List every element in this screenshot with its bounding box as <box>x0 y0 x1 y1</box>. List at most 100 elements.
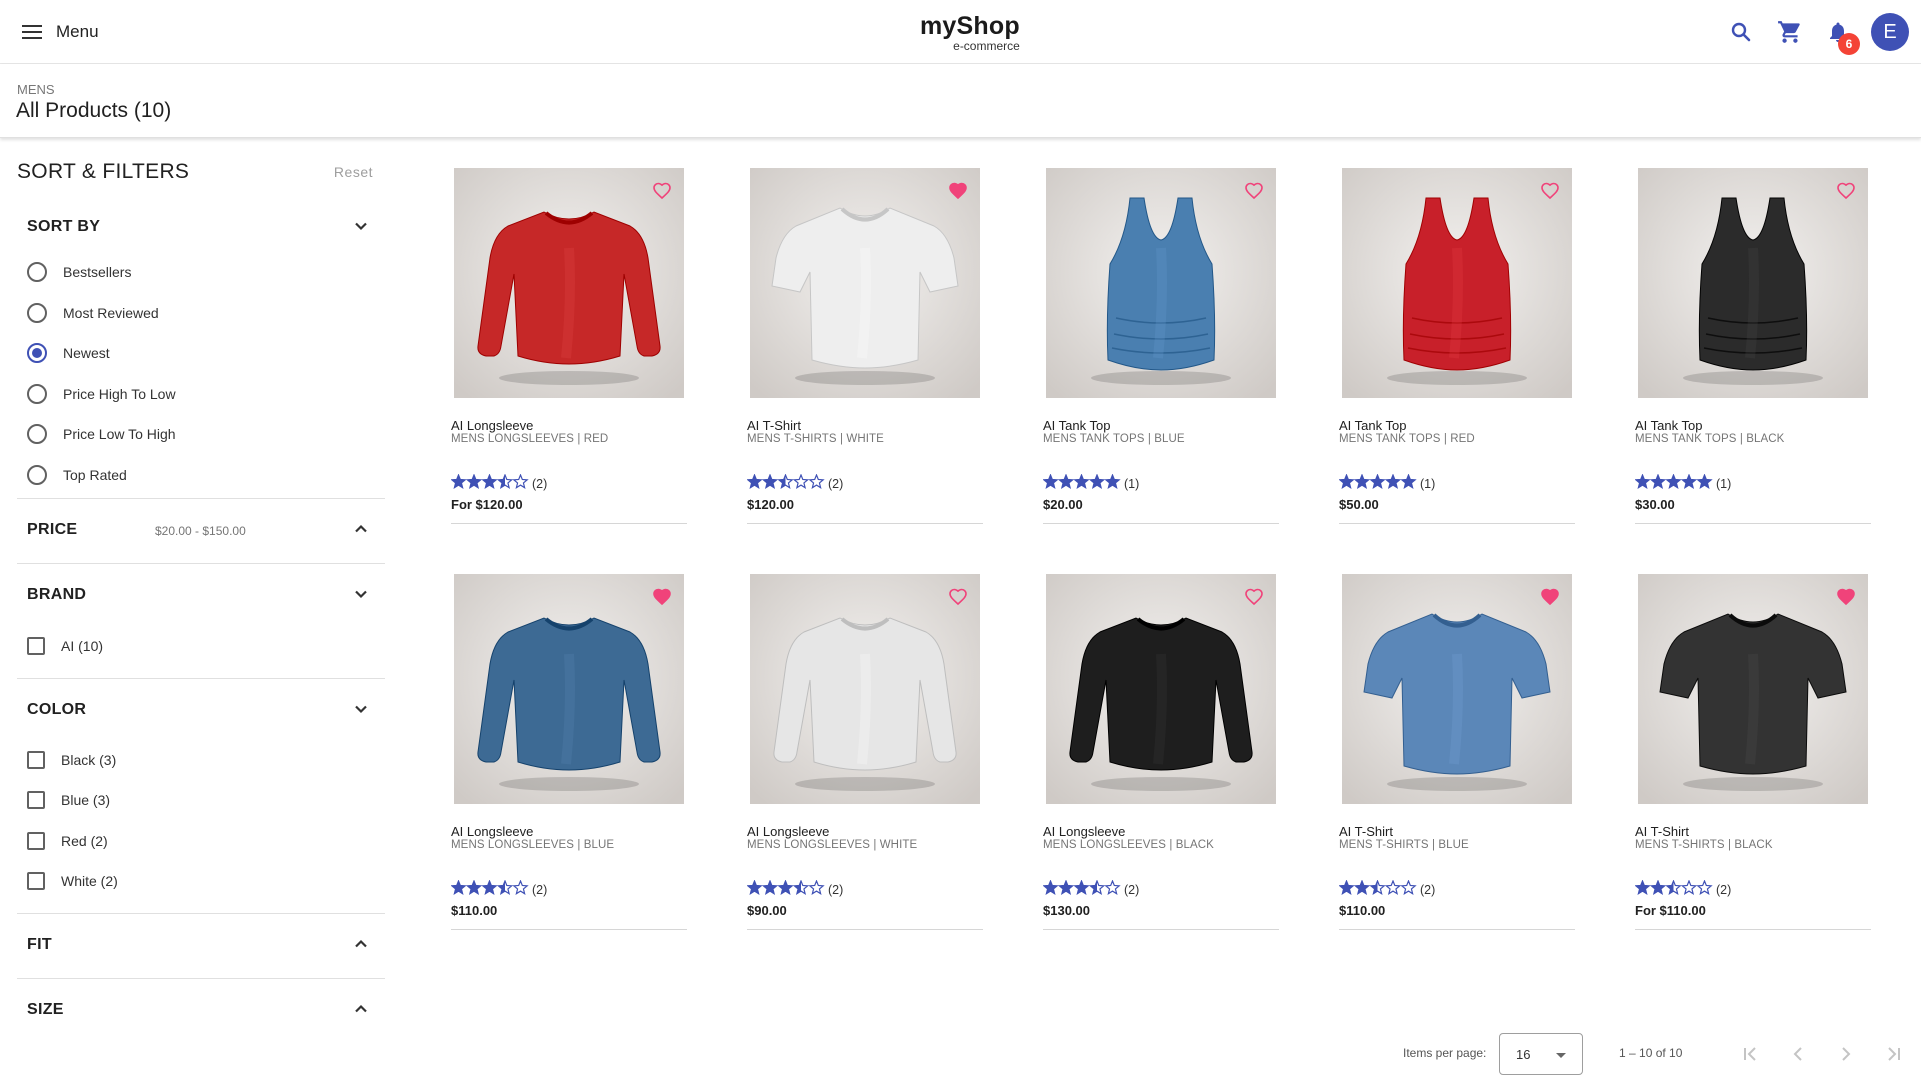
product-image[interactable] <box>454 574 684 804</box>
radio-button[interactable] <box>27 302 47 323</box>
product-image[interactable] <box>1342 168 1572 398</box>
review-count: (2) <box>828 883 844 897</box>
sort-option[interactable]: Price Low To High <box>27 422 176 446</box>
sort-section-header[interactable]: SORT BY <box>17 196 385 260</box>
product-image[interactable] <box>750 168 980 398</box>
price-section-header[interactable]: PRICE $20.00 - $150.00 <box>17 499 385 563</box>
reset-filters-button[interactable]: Reset <box>334 164 373 180</box>
heart-filled-icon[interactable] <box>949 182 967 200</box>
menu-button[interactable]: Menu <box>14 14 107 50</box>
dropdown-arrow-icon <box>1556 1053 1566 1058</box>
first-page-icon[interactable] <box>1738 1042 1762 1066</box>
sort-option[interactable]: Price High To Low <box>27 382 176 406</box>
color-option[interactable]: Blue (3) <box>27 788 110 812</box>
heart-filled-icon[interactable] <box>653 588 671 606</box>
sort-option[interactable]: Top Rated <box>27 463 127 487</box>
product-name[interactable]: AI T-Shirt <box>747 418 801 433</box>
color-option[interactable]: Black (3) <box>27 748 116 772</box>
product-name[interactable]: AI Tank Top <box>1635 418 1702 433</box>
heart-outline-icon[interactable] <box>949 588 967 606</box>
sort-option-label: Top Rated <box>63 467 127 483</box>
card-divider <box>451 523 687 524</box>
checkbox[interactable] <box>27 637 45 655</box>
radio-button[interactable] <box>27 343 47 364</box>
product-name[interactable]: AI Tank Top <box>1339 418 1406 433</box>
card-divider <box>1339 929 1575 930</box>
radio-button[interactable] <box>27 262 47 282</box>
paginator: Items per page: 16 1 – 10 of 10 <box>1360 1032 1920 1076</box>
product-image[interactable] <box>454 168 684 398</box>
heart-outline-icon[interactable] <box>1541 182 1559 200</box>
color-section-header[interactable]: COLOR <box>17 679 385 743</box>
items-per-page-select[interactable]: 16 <box>1499 1033 1583 1075</box>
product-name[interactable]: AI Longsleeve <box>1043 824 1125 839</box>
sort-option[interactable]: Bestsellers <box>27 260 131 284</box>
checkbox[interactable] <box>27 871 45 890</box>
sort-option[interactable]: Most Reviewed <box>27 301 159 325</box>
card-divider <box>747 929 983 930</box>
product-image[interactable] <box>1046 168 1276 398</box>
radio-button[interactable] <box>27 424 47 445</box>
star-rating-icon <box>1042 878 1121 901</box>
notification-badge: 6 <box>1838 33 1860 55</box>
product-price: $110.00 <box>1339 903 1386 918</box>
color-option-label: Blue (3) <box>61 792 111 809</box>
top-app-bar: Menu myShop e-commerce 6 E <box>0 0 1921 64</box>
checkbox[interactable] <box>27 751 45 769</box>
size-section: SIZE <box>17 979 385 1043</box>
shopping-cart-icon <box>1778 21 1800 43</box>
heart-outline-icon[interactable] <box>1837 182 1855 200</box>
checkbox[interactable] <box>27 791 45 810</box>
size-section-header[interactable]: SIZE <box>17 979 385 1043</box>
product-name[interactable]: AI Longsleeve <box>451 418 533 433</box>
sort-section-label: SORT BY <box>27 218 101 235</box>
radio-button[interactable] <box>27 383 47 404</box>
product-price: $30.00 <box>1635 497 1675 512</box>
user-avatar[interactable]: E <box>1871 13 1909 51</box>
chevron-up-icon <box>355 1004 367 1013</box>
cart-button[interactable] <box>1774 16 1806 48</box>
product-image[interactable] <box>1342 574 1572 804</box>
next-page-icon[interactable] <box>1834 1042 1858 1066</box>
heart-filled-icon[interactable] <box>1541 588 1559 606</box>
product-category: MENS LONGSLEEVES | RED <box>451 433 609 445</box>
product-image[interactable] <box>1638 574 1868 804</box>
product-name[interactable]: AI Longsleeve <box>451 824 533 839</box>
radio-button[interactable] <box>27 465 47 485</box>
product-rating: (2) <box>1338 878 1435 898</box>
color-option[interactable]: Red (2) <box>27 829 108 853</box>
review-count: (2) <box>532 883 548 897</box>
card-divider <box>1635 523 1871 524</box>
last-page-icon[interactable] <box>1882 1042 1906 1066</box>
breadcrumb[interactable]: MENS <box>17 82 55 97</box>
search-button[interactable] <box>1725 16 1757 48</box>
product-name[interactable]: AI T-Shirt <box>1339 824 1393 839</box>
product-category: MENS TANK TOPS | RED <box>1339 433 1475 445</box>
notifications-button[interactable]: 6 <box>1822 16 1860 55</box>
product-image[interactable] <box>1046 574 1276 804</box>
product-image[interactable] <box>1638 168 1868 398</box>
product-rating: (2) <box>1634 878 1731 898</box>
card-divider <box>1339 523 1575 524</box>
price-section-label: PRICE <box>27 521 78 538</box>
product-name[interactable]: AI Tank Top <box>1043 418 1110 433</box>
color-option[interactable]: White (2) <box>27 869 118 893</box>
product-category: MENS TANK TOPS | BLACK <box>1635 433 1785 445</box>
product-image[interactable] <box>750 574 980 804</box>
star-rating-icon <box>1042 472 1121 495</box>
heart-outline-icon[interactable] <box>1245 182 1263 200</box>
product-name[interactable]: AI T-Shirt <box>1635 824 1689 839</box>
product-name[interactable]: AI Longsleeve <box>747 824 829 839</box>
fit-section-header[interactable]: FIT <box>17 914 385 978</box>
previous-page-icon[interactable] <box>1786 1042 1810 1066</box>
heart-outline-icon[interactable] <box>653 182 671 200</box>
items-per-page-value: 16 <box>1516 1047 1531 1062</box>
logo[interactable]: myShop e-commerce <box>920 12 1020 53</box>
heart-filled-icon[interactable] <box>1837 588 1855 606</box>
sort-option[interactable]: Newest <box>27 341 110 365</box>
checkbox[interactable] <box>27 831 45 850</box>
brand-section-header[interactable]: BRAND <box>17 564 385 628</box>
heart-outline-icon[interactable] <box>1245 588 1263 606</box>
star-rating-icon <box>746 472 825 495</box>
brand-option[interactable]: AI (10) <box>27 634 103 658</box>
